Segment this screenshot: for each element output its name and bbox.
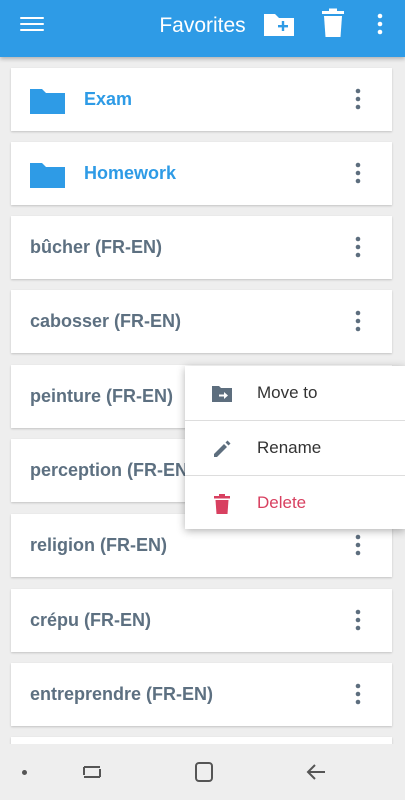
back-icon[interactable] xyxy=(305,761,329,783)
entry-label: cabosser (FR-EN) xyxy=(30,311,182,331)
list-item[interactable]: crépu (FR-EN) xyxy=(11,589,392,652)
list-item[interactable]: bûcher (FR-EN) xyxy=(11,216,392,279)
entry-label: crépu (FR-EN) xyxy=(30,610,151,630)
menu-item-move-to[interactable]: Move to xyxy=(185,366,405,420)
folder-label: Homework xyxy=(84,163,177,183)
entry-label: bûcher (FR-EN) xyxy=(30,237,162,257)
folder-icon xyxy=(30,163,65,188)
menu-item-rename[interactable]: Rename xyxy=(185,421,405,475)
more-vert-icon[interactable] xyxy=(346,309,370,333)
more-vert-icon[interactable] xyxy=(368,12,392,36)
pencil-icon xyxy=(214,440,231,457)
menu-item-label: Delete xyxy=(257,493,307,512)
trash-icon[interactable] xyxy=(319,8,347,38)
move-to-folder-icon xyxy=(212,386,232,402)
entry-label: perception (FR-EN) xyxy=(30,460,194,480)
more-vert-icon[interactable] xyxy=(346,235,370,259)
more-vert-icon[interactable] xyxy=(346,533,370,557)
menu-item-label: Rename xyxy=(257,438,322,457)
trash-icon xyxy=(214,494,230,514)
dot-indicator-icon xyxy=(22,770,27,775)
recent-apps-icon[interactable] xyxy=(80,761,104,783)
folder-item-exam[interactable]: Exam xyxy=(11,68,392,131)
menu-item-delete[interactable]: Delete xyxy=(185,476,405,530)
entry-label: entreprendre (FR-EN) xyxy=(30,684,214,704)
more-vert-icon[interactable] xyxy=(346,87,370,111)
entry-label: peinture (FR-EN) xyxy=(30,386,173,406)
folder-item-homework[interactable]: Homework xyxy=(11,142,392,205)
folder-label: Exam xyxy=(84,89,133,109)
entry-label: religion (FR-EN) xyxy=(30,535,167,555)
context-menu: Move to Rename Delete xyxy=(185,366,405,529)
system-nav-bar xyxy=(0,744,405,800)
more-vert-icon[interactable] xyxy=(346,682,370,706)
list-item[interactable]: entreprendre (FR-EN) xyxy=(11,663,392,726)
menu-item-label: Move to xyxy=(257,383,318,402)
more-vert-icon[interactable] xyxy=(346,161,370,185)
folder-icon xyxy=(30,89,65,114)
new-folder-icon[interactable] xyxy=(262,10,296,38)
more-vert-icon[interactable] xyxy=(346,608,370,632)
list-item[interactable]: cabosser (FR-EN) xyxy=(11,290,392,353)
home-icon[interactable] xyxy=(192,761,216,783)
app-bar: Favorites xyxy=(0,0,405,57)
